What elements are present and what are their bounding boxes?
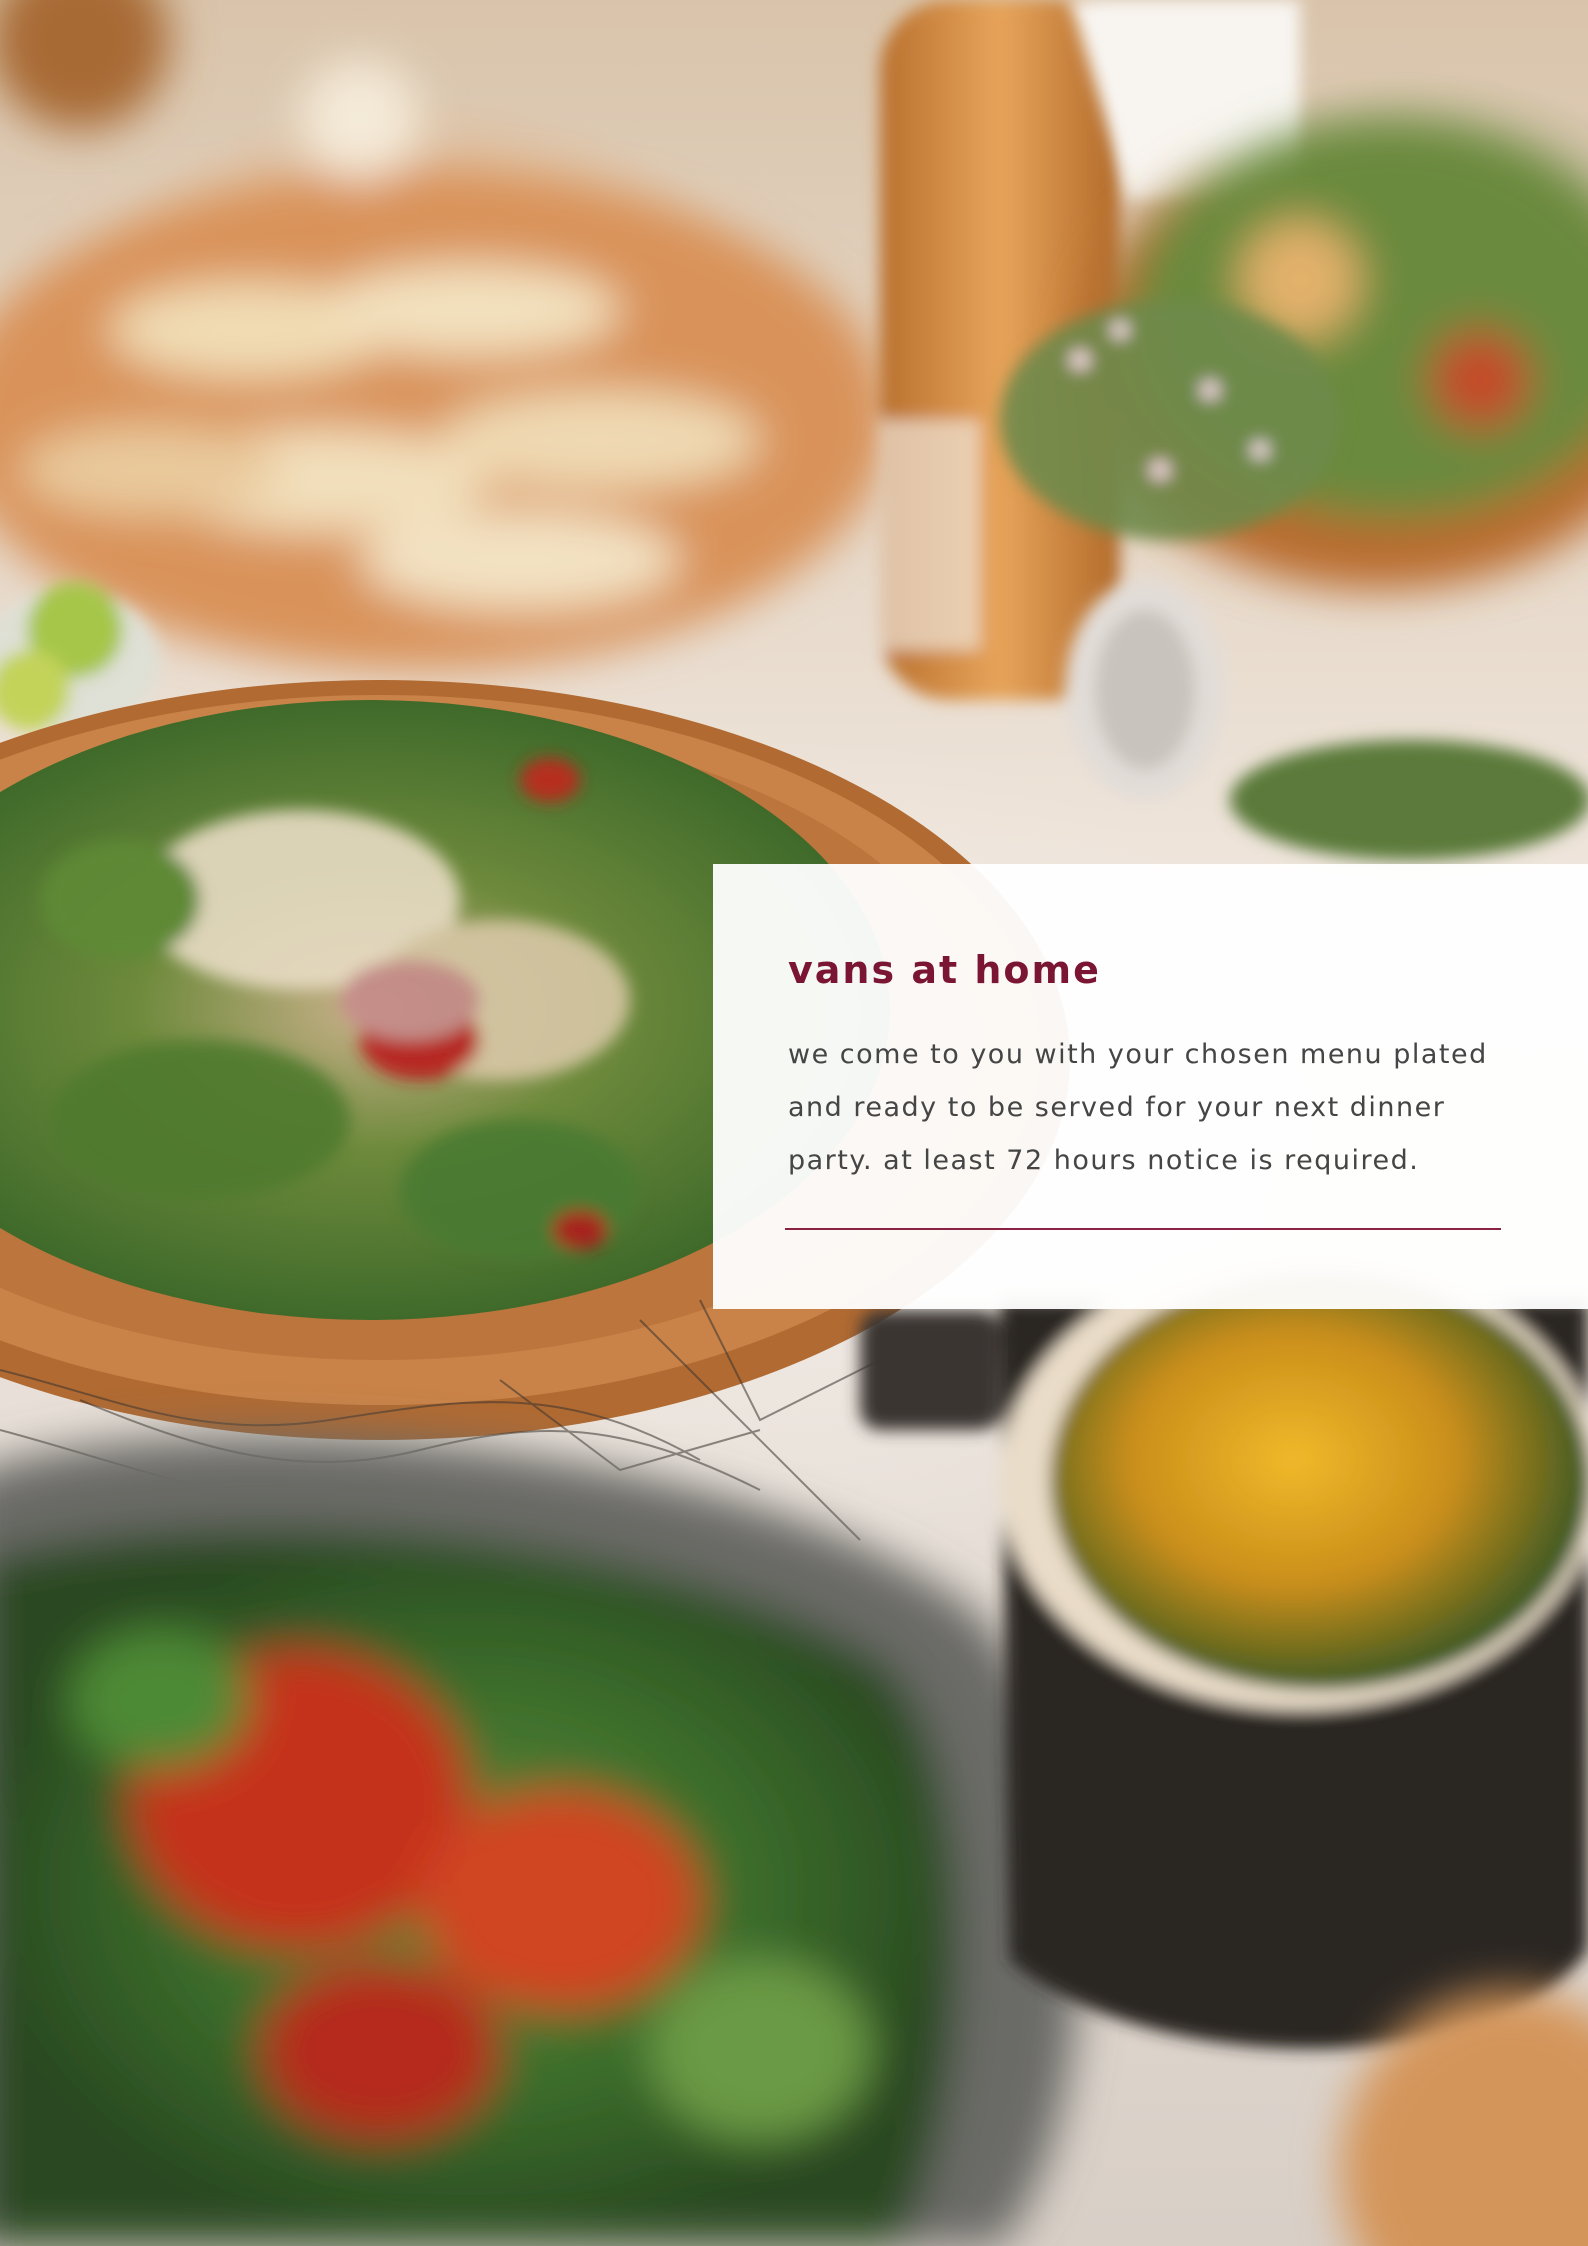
- card-description: we come to you with your chosen menu pla…: [788, 1038, 1488, 1176]
- card-title: vans at home: [788, 948, 1101, 992]
- vans-at-home-card: vans at home we come to you with your ch…: [713, 864, 1588, 1309]
- divider-rule: [785, 1228, 1501, 1230]
